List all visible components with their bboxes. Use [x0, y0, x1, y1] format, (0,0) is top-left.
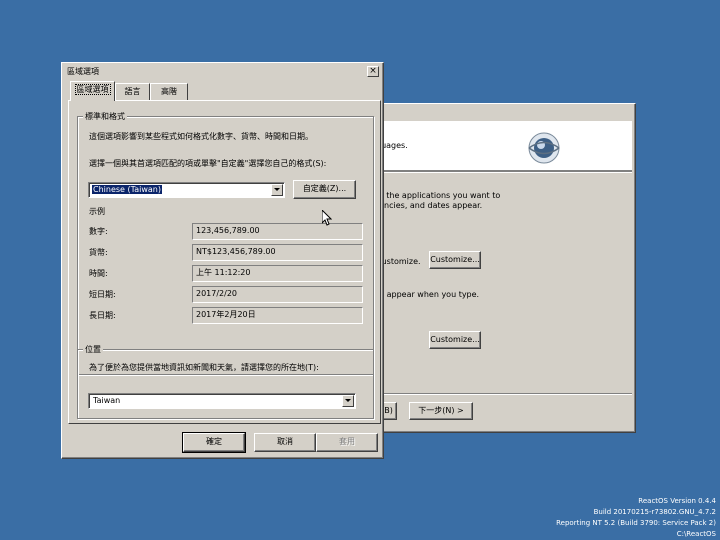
status-reporting: Reporting NT 5.2 (Build 3790: Service Pa…: [556, 519, 716, 527]
sample-number-label: 數字:: [89, 227, 108, 236]
location-value: Taiwan: [93, 396, 121, 405]
sample-currency-label: 貨幣:: [89, 248, 108, 257]
desktop: guages. of the applications you want to …: [0, 0, 720, 540]
dialog-title: 區域選項: [67, 67, 99, 76]
close-icon: ×: [369, 66, 377, 76]
tab-panel: 標準和格式 這個選項影響到某些程式如何格式化數字、貨幣、時間和日期。 選擇一個與…: [68, 100, 381, 424]
status-version: ReactOS Version 0.4.4: [638, 497, 716, 505]
status-path: C:\ReactOS: [676, 530, 716, 538]
customize-button-2[interactable]: Customize...: [429, 331, 481, 349]
tab-advanced[interactable]: 高階: [150, 83, 188, 100]
chevron-down-icon[interactable]: [342, 395, 354, 407]
close-button[interactable]: ×: [367, 66, 379, 77]
dialog-titlebar[interactable]: 區域選項 ×: [64, 65, 381, 79]
status-build: Build 20170215-r73802.GNU_4.7.2: [593, 508, 716, 516]
tab-regional-options[interactable]: 區域選項: [70, 81, 115, 101]
typing-text: at appear when you type.: [376, 290, 480, 299]
tab-label: 區域選項: [74, 84, 111, 95]
sample-time-label: 時間:: [89, 269, 108, 278]
sample-short-date-value: 2017/2/20: [192, 286, 363, 303]
sample-long-date-label: 長日期:: [89, 311, 116, 320]
location-description: 為了便於為您提供當地資訊如新聞和天氣，請選擇您的所在地(T):: [89, 363, 319, 372]
background-setup-window[interactable]: guages. of the applications you want to …: [370, 103, 636, 433]
locale-value: Chinese (Taiwan): [92, 185, 162, 194]
customize-button-1[interactable]: Customize...: [429, 251, 481, 269]
next-button[interactable]: 下一步(N) >: [409, 402, 473, 420]
format-choose-label: 選擇一個與其首選項匹配的項或單擊"自定義"選擇您自己的格式(S):: [89, 159, 327, 168]
samples-label: 示例: [89, 207, 105, 216]
location-legend: 位置: [83, 344, 103, 355]
tab-languages[interactable]: 語言: [115, 83, 150, 100]
mouse-cursor-icon: [322, 210, 332, 226]
wizard-header: guages.: [374, 121, 632, 171]
chevron-down-icon[interactable]: [271, 184, 283, 196]
sample-currency-value: NT$123,456,789.00: [192, 244, 363, 261]
location-groupbox: 位置 為了便於為您提供當地資訊如新聞和天氣，請選擇您的所在地(T): Taiwa…: [77, 344, 374, 419]
tab-label: 語言: [124, 87, 141, 96]
regional-options-dialog[interactable]: 區域選項 × 區域選項 語言 高階 標準和格式 這個選項影響到某些程式如何格式化…: [61, 62, 384, 459]
cancel-button[interactable]: 取消: [254, 433, 316, 452]
locale-combobox[interactable]: Chinese (Taiwan): [88, 182, 285, 198]
body-line-1: of the applications you want to: [376, 191, 501, 200]
location-combobox[interactable]: Taiwan: [88, 393, 356, 409]
sample-number-value: 123,456,789.00: [192, 223, 363, 240]
format-groupbox: 標準和格式 這個選項影響到某些程式如何格式化數字、貨幣、時間和日期。 選擇一個與…: [77, 111, 374, 375]
body-line-2: rencies, and dates appear.: [376, 201, 483, 210]
footer-separator: [374, 393, 632, 395]
reactos-logo-icon: [528, 132, 560, 164]
format-legend: 標準和格式: [83, 111, 127, 122]
tab-label: 高階: [161, 87, 177, 96]
ok-button[interactable]: 確定: [182, 432, 246, 453]
sample-time-value: 上午 11:12:20: [192, 265, 363, 282]
header-separator: [374, 171, 632, 173]
apply-button[interactable]: 套用: [316, 433, 378, 452]
format-description: 這個選項影響到某些程式如何格式化數字、貨幣、時間和日期。: [89, 132, 313, 141]
sample-short-date-label: 短日期:: [89, 290, 116, 299]
customize-format-button[interactable]: 自定義(Z)...: [293, 180, 356, 199]
sample-long-date-value: 2017年2月20日: [192, 307, 363, 324]
